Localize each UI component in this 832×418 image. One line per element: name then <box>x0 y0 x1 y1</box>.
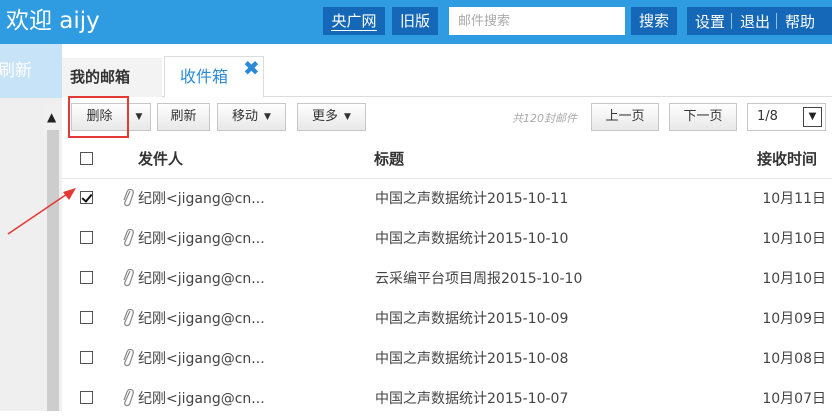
logout-link[interactable]: 退出 <box>732 11 776 32</box>
header-subject[interactable]: 标题 <box>374 148 404 169</box>
table-row[interactable]: 纪刚<jigang@cn... 中国之声数据统计2015-10-09 10月09日 <box>62 298 832 338</box>
page-select-value: 1/8 <box>757 109 778 124</box>
cnr-link[interactable]: 央广网 <box>323 7 385 35</box>
header-links: 设置 退出 帮助 <box>687 7 832 35</box>
caret-down-icon: ▼ <box>344 112 351 122</box>
mail-search-input[interactable] <box>449 7 625 35</box>
caret-down-icon: ▼ <box>135 112 143 122</box>
row-sender: 纪刚<jigang@cn... <box>138 391 265 407</box>
select-all-checkbox[interactable] <box>80 152 93 165</box>
row-checkbox[interactable] <box>80 391 93 404</box>
mail-count: 共120封邮件 <box>512 112 577 125</box>
vertical-scrollbar[interactable]: ▲ <box>44 104 62 411</box>
row-sender: 纪刚<jigang@cn... <box>138 271 265 287</box>
row-date: 10月08日 <box>762 351 826 367</box>
prev-page-button[interactable]: 上一页 <box>591 103 659 131</box>
row-checkbox[interactable] <box>80 351 93 364</box>
header-time[interactable]: 接收时间 <box>757 148 817 169</box>
move-button[interactable]: 移动 ▼ <box>217 103 286 131</box>
old-version-button[interactable]: 旧版 <box>392 7 438 35</box>
row-subject[interactable]: 中国之声数据统计2015-10-08 <box>375 348 568 368</box>
red-arrow-icon <box>7 188 76 235</box>
delete-highlight-box <box>68 96 129 138</box>
row-sender: 纪刚<jigang@cn... <box>138 311 265 327</box>
row-subject[interactable]: 中国之声数据统计2015-10-10 <box>375 228 568 248</box>
caret-down-icon: ▼ <box>264 112 271 122</box>
refresh-button[interactable]: 刷新 <box>157 103 210 131</box>
table-row[interactable]: 纪刚<jigang@cn... 中国之声数据统计2015-10-08 10月08日 <box>62 338 832 378</box>
next-page-button[interactable]: 下一页 <box>669 103 737 131</box>
table-row[interactable]: 纪刚<jigang@cn... 中国之声数据统计2015-10-07 10月07日 <box>62 378 832 418</box>
help-link[interactable]: 帮助 <box>777 11 821 32</box>
table-row[interactable]: 纪刚<jigang@cn... 云采编平台项目周报2015-10-10 10月10日 <box>62 258 832 298</box>
welcome-text: 欢迎 aijy <box>6 8 100 34</box>
row-sender: 纪刚<jigang@cn... <box>138 351 265 367</box>
cnr-link-label: 央广网 <box>331 12 377 31</box>
chevron-down-icon[interactable]: ▼ <box>803 107 822 127</box>
table-row[interactable]: 纪刚<jigang@cn... 中国之声数据统计2015-10-10 10月10日 <box>62 218 832 258</box>
row-subject[interactable]: 中国之声数据统计2015-10-09 <box>375 308 568 328</box>
settings-link[interactable]: 设置 <box>687 11 731 32</box>
row-subject[interactable]: 中国之声数据统计2015-10-07 <box>375 388 568 408</box>
paperclip-icon <box>123 188 134 207</box>
paperclip-icon <box>123 388 134 407</box>
row-sender: 纪刚<jigang@cn... <box>138 191 265 207</box>
paperclip-icon <box>123 268 134 287</box>
paperclip-icon <box>123 228 134 247</box>
row-checkbox[interactable] <box>80 271 93 284</box>
row-date: 10月10日 <box>762 231 826 247</box>
delete-dropdown-button[interactable]: ▼ <box>127 103 151 131</box>
row-checkbox[interactable] <box>80 311 93 324</box>
sidebar-refresh-button[interactable]: 刷新 <box>0 44 62 98</box>
row-subject[interactable]: 中国之声数据统计2015-10-11 <box>375 188 568 208</box>
tab-my-mailbox[interactable]: 我的邮箱 <box>62 58 162 97</box>
header-sender[interactable]: 发件人 <box>138 148 183 169</box>
scrollbar-thumb[interactable] <box>47 130 59 411</box>
search-button[interactable]: 搜索 <box>631 7 677 35</box>
move-label: 移动 <box>232 109 259 124</box>
page-select[interactable]: 1/8 ▼ <box>747 103 826 131</box>
close-icon[interactable]: ✖ <box>243 56 260 80</box>
more-button[interactable]: 更多 ▼ <box>297 103 366 131</box>
row-date: 10月07日 <box>762 391 826 407</box>
row-date: 10月10日 <box>762 271 826 287</box>
paperclip-icon <box>123 308 134 327</box>
more-label: 更多 <box>312 109 339 124</box>
row-date: 10月11日 <box>762 191 826 207</box>
row-sender: 纪刚<jigang@cn... <box>138 231 265 247</box>
scroll-up-arrow-icon[interactable]: ▲ <box>47 110 56 124</box>
row-subject[interactable]: 云采编平台项目周报2015-10-10 <box>375 268 582 288</box>
table-row[interactable]: 纪刚<jigang@cn... 中国之声数据统计2015-10-11 10月11日 <box>62 178 832 218</box>
paperclip-icon <box>123 348 134 367</box>
row-date: 10月09日 <box>762 311 826 327</box>
